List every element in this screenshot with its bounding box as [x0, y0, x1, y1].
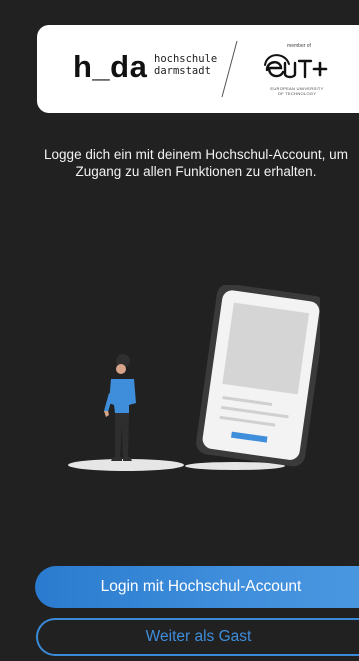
hda-name-line2: darmstadt: [154, 65, 211, 77]
hda-logo-mark: h_da: [73, 49, 148, 84]
hda-logo-name: hochschule darmstadt: [154, 53, 217, 77]
eut-sub-line2: OF TECHNOLOGY: [277, 91, 317, 96]
logo-card: h_da hochschule darmstadt member of EURO…: [37, 25, 359, 113]
intro-text: Logge dich ein mit deinem Hochschul-Acco…: [44, 147, 348, 179]
guest-button[interactable]: Weiter als Gast: [36, 618, 359, 656]
hda-name-line1: hochschule: [154, 53, 218, 65]
person-with-phone-illustration: [68, 285, 320, 471]
eut-subtitle: EUROPEAN UNIVERSITY OF TECHNOLOGY: [257, 86, 337, 96]
logo-divider: [221, 40, 238, 98]
eut-member-label: member of: [287, 43, 311, 49]
eut-logo-icon: [264, 54, 328, 79]
login-button[interactable]: Login mit Hochschul-Account: [35, 566, 359, 608]
